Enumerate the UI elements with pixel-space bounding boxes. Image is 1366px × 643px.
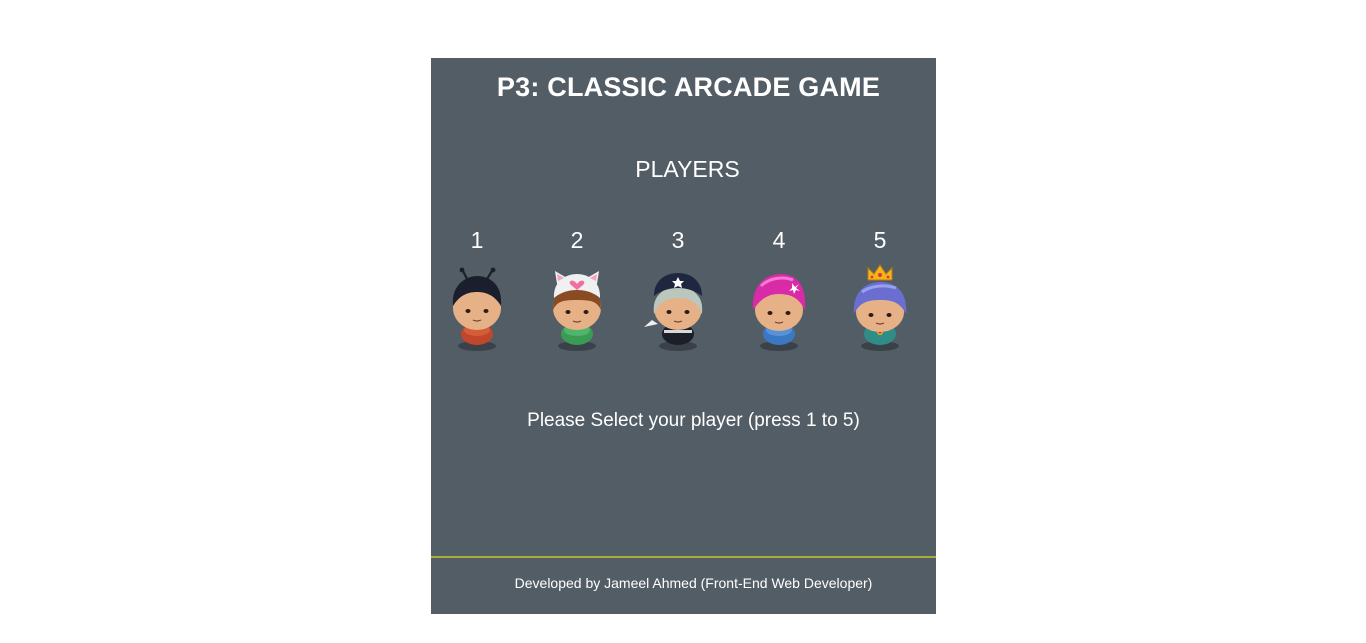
princess-avatar-icon: [853, 264, 907, 351]
game-title: P3: CLASSIC ARCADE GAME: [496, 72, 881, 102]
player-number: 2: [570, 227, 584, 253]
game-canvas[interactable]: P3: CLASSIC ARCADE GAME PLAYERS 1 2 3 4 …: [431, 58, 936, 614]
player-option-4[interactable]: 4: [739, 226, 819, 355]
player-number: 1: [470, 227, 484, 253]
pink-hair-girl-avatar-icon: [752, 274, 806, 351]
footer-divider: [431, 556, 936, 558]
pirate-avatar-icon: [644, 273, 703, 351]
instruction-text: Please Select your player (press 1 to 5): [527, 410, 860, 431]
players-heading: PLAYERS: [635, 156, 740, 182]
cat-hat-girl-avatar-icon: [553, 271, 601, 351]
player-number: 3: [671, 227, 685, 253]
player-option-1[interactable]: 1: [437, 226, 517, 355]
player-option-2[interactable]: 2: [537, 226, 617, 355]
player-option-5[interactable]: 5: [840, 226, 920, 355]
player-number: 4: [772, 227, 786, 253]
player-option-3[interactable]: 3: [638, 226, 718, 355]
boy-avatar-icon: [452, 267, 502, 351]
footer-credit: Developed by Jameel Ahmed (Front-End Web…: [514, 575, 873, 591]
player-number: 5: [873, 227, 887, 253]
